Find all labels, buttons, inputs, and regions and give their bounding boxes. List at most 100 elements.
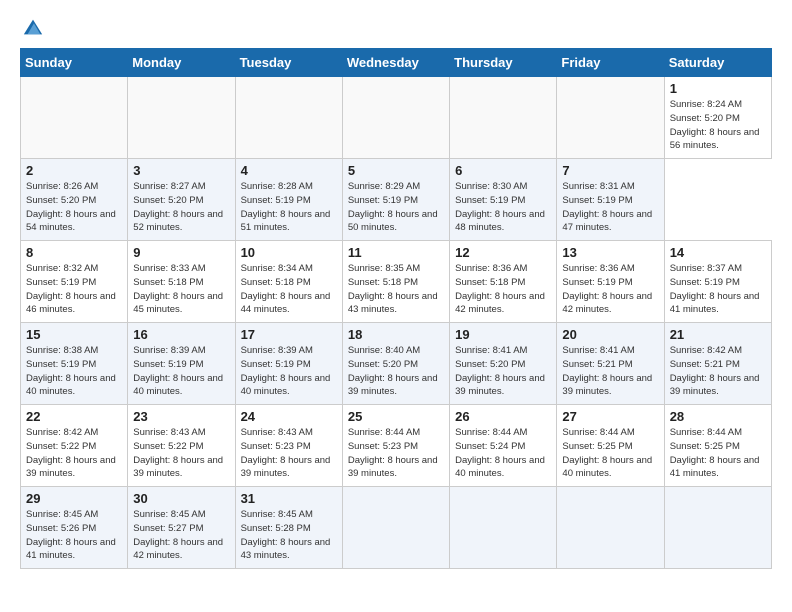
day-cell-29: 29 Sunrise: 8:45 AMSunset: 5:26 PMDayligh… [21, 487, 128, 569]
day-info: Sunrise: 8:28 AMSunset: 5:19 PMDaylight:… [241, 180, 337, 235]
day-number: 25 [348, 409, 444, 424]
day-cell-28: 28 Sunrise: 8:44 AMSunset: 5:25 PMDayligh… [664, 405, 771, 487]
day-cell-10: 10 Sunrise: 8:34 AMSunset: 5:18 PMDayligh… [235, 241, 342, 323]
logo-area [20, 16, 44, 38]
week-row-6: 29 Sunrise: 8:45 AMSunset: 5:26 PMDayligh… [21, 487, 772, 569]
calendar-table: SundayMondayTuesdayWednesdayThursdayFrid… [20, 48, 772, 569]
day-info: Sunrise: 8:44 AMSunset: 5:24 PMDaylight:… [455, 426, 551, 481]
col-header-wednesday: Wednesday [342, 49, 449, 77]
day-number: 31 [241, 491, 337, 506]
day-cell-31: 31Sunrise: 8:45 AMSunset: 5:28 PMDayligh… [235, 487, 342, 569]
day-info: Sunrise: 8:32 AMSunset: 5:19 PMDaylight:… [26, 262, 122, 317]
day-info: Sunrise: 8:37 AMSunset: 5:19 PMDaylight:… [670, 262, 766, 317]
day-cell-16: 16Sunrise: 8:39 AMSunset: 5:19 PMDayligh… [128, 323, 235, 405]
day-info: Sunrise: 8:36 AMSunset: 5:18 PMDaylight:… [455, 262, 551, 317]
day-cell-19: 19 Sunrise: 8:41 AMSunset: 5:20 PMDayligh… [450, 323, 557, 405]
col-header-friday: Friday [557, 49, 664, 77]
day-cell-2: 2 Sunrise: 8:26 AMSunset: 5:20 PMDaylight… [21, 159, 128, 241]
empty-cell [21, 77, 128, 159]
day-info: Sunrise: 8:38 AMSunset: 5:19 PMDaylight:… [26, 344, 122, 399]
week-row-4: 15 Sunrise: 8:38 AMSunset: 5:19 PMDayligh… [21, 323, 772, 405]
day-info: Sunrise: 8:42 AMSunset: 5:21 PMDaylight:… [670, 344, 766, 399]
empty-cell [128, 77, 235, 159]
day-number: 16 [133, 327, 229, 342]
day-info: Sunrise: 8:26 AMSunset: 5:20 PMDaylight:… [26, 180, 122, 235]
day-number: 28 [670, 409, 766, 424]
day-info: Sunrise: 8:41 AMSunset: 5:20 PMDaylight:… [455, 344, 551, 399]
day-number: 9 [133, 245, 229, 260]
day-cell-9: 9 Sunrise: 8:33 AMSunset: 5:18 PMDaylight… [128, 241, 235, 323]
col-header-thursday: Thursday [450, 49, 557, 77]
day-number: 4 [241, 163, 337, 178]
day-number: 10 [241, 245, 337, 260]
day-info: Sunrise: 8:42 AMSunset: 5:22 PMDaylight:… [26, 426, 122, 481]
empty-cell [342, 487, 449, 569]
day-info: Sunrise: 8:35 AMSunset: 5:18 PMDaylight:… [348, 262, 444, 317]
day-number: 30 [133, 491, 229, 506]
day-number: 11 [348, 245, 444, 260]
empty-cell [664, 487, 771, 569]
empty-cell [235, 77, 342, 159]
day-cell-20: 20 Sunrise: 8:41 AMSunset: 5:21 PMDayligh… [557, 323, 664, 405]
day-number: 3 [133, 163, 229, 178]
empty-cell [450, 487, 557, 569]
day-info: Sunrise: 8:34 AMSunset: 5:18 PMDaylight:… [241, 262, 337, 317]
day-info: Sunrise: 8:44 AMSunset: 5:25 PMDaylight:… [670, 426, 766, 481]
week-row-1: 1Sunrise: 8:24 AMSunset: 5:20 PMDaylight… [21, 77, 772, 159]
col-header-sunday: Sunday [21, 49, 128, 77]
day-info: Sunrise: 8:45 AMSunset: 5:26 PMDaylight:… [26, 508, 122, 563]
day-info: Sunrise: 8:44 AMSunset: 5:25 PMDaylight:… [562, 426, 658, 481]
empty-cell [557, 77, 664, 159]
col-header-monday: Monday [128, 49, 235, 77]
day-info: Sunrise: 8:27 AMSunset: 5:20 PMDaylight:… [133, 180, 229, 235]
day-number: 8 [26, 245, 122, 260]
day-number: 21 [670, 327, 766, 342]
day-info: Sunrise: 8:31 AMSunset: 5:19 PMDaylight:… [562, 180, 658, 235]
day-number: 15 [26, 327, 122, 342]
day-info: Sunrise: 8:33 AMSunset: 5:18 PMDaylight:… [133, 262, 229, 317]
day-info: Sunrise: 8:40 AMSunset: 5:20 PMDaylight:… [348, 344, 444, 399]
day-number: 1 [670, 81, 766, 96]
day-number: 13 [562, 245, 658, 260]
day-info: Sunrise: 8:36 AMSunset: 5:19 PMDaylight:… [562, 262, 658, 317]
empty-cell [450, 77, 557, 159]
week-row-5: 22 Sunrise: 8:42 AMSunset: 5:22 PMDayligh… [21, 405, 772, 487]
week-row-2: 2 Sunrise: 8:26 AMSunset: 5:20 PMDaylight… [21, 159, 772, 241]
day-info: Sunrise: 8:41 AMSunset: 5:21 PMDaylight:… [562, 344, 658, 399]
day-cell-26: 26 Sunrise: 8:44 AMSunset: 5:24 PMDayligh… [450, 405, 557, 487]
day-cell-13: 13 Sunrise: 8:36 AMSunset: 5:19 PMDayligh… [557, 241, 664, 323]
day-cell-7: 7 Sunrise: 8:31 AMSunset: 5:19 PMDaylight… [557, 159, 664, 241]
day-cell-4: 4 Sunrise: 8:28 AMSunset: 5:19 PMDaylight… [235, 159, 342, 241]
day-number: 26 [455, 409, 551, 424]
day-cell-17: 17Sunrise: 8:39 AMSunset: 5:19 PMDayligh… [235, 323, 342, 405]
day-number: 17 [241, 327, 337, 342]
day-number: 7 [562, 163, 658, 178]
day-number: 19 [455, 327, 551, 342]
day-cell-21: 21 Sunrise: 8:42 AMSunset: 5:21 PMDayligh… [664, 323, 771, 405]
day-cell-22: 22 Sunrise: 8:42 AMSunset: 5:22 PMDayligh… [21, 405, 128, 487]
header-row: SundayMondayTuesdayWednesdayThursdayFrid… [21, 49, 772, 77]
day-number: 6 [455, 163, 551, 178]
day-cell-27: 27Sunrise: 8:44 AMSunset: 5:25 PMDayligh… [557, 405, 664, 487]
day-number: 24 [241, 409, 337, 424]
logo-icon [22, 16, 44, 38]
day-number: 20 [562, 327, 658, 342]
day-cell-11: 11 Sunrise: 8:35 AMSunset: 5:18 PMDayligh… [342, 241, 449, 323]
day-cell-23: 23Sunrise: 8:43 AMSunset: 5:22 PMDayligh… [128, 405, 235, 487]
day-cell-12: 12Sunrise: 8:36 AMSunset: 5:18 PMDayligh… [450, 241, 557, 323]
day-cell-25: 25Sunrise: 8:44 AMSunset: 5:23 PMDayligh… [342, 405, 449, 487]
empty-cell [342, 77, 449, 159]
col-header-tuesday: Tuesday [235, 49, 342, 77]
day-info: Sunrise: 8:29 AMSunset: 5:19 PMDaylight:… [348, 180, 444, 235]
day-number: 29 [26, 491, 122, 506]
day-cell-1: 1Sunrise: 8:24 AMSunset: 5:20 PMDaylight… [664, 77, 771, 159]
day-number: 2 [26, 163, 122, 178]
day-number: 18 [348, 327, 444, 342]
logo [20, 16, 44, 38]
day-info: Sunrise: 8:45 AMSunset: 5:27 PMDaylight:… [133, 508, 229, 563]
day-cell-8: 8 Sunrise: 8:32 AMSunset: 5:19 PMDaylight… [21, 241, 128, 323]
day-cell-14: 14Sunrise: 8:37 AMSunset: 5:19 PMDayligh… [664, 241, 771, 323]
day-number: 23 [133, 409, 229, 424]
day-number: 22 [26, 409, 122, 424]
day-cell-5: 5Sunrise: 8:29 AMSunset: 5:19 PMDaylight… [342, 159, 449, 241]
